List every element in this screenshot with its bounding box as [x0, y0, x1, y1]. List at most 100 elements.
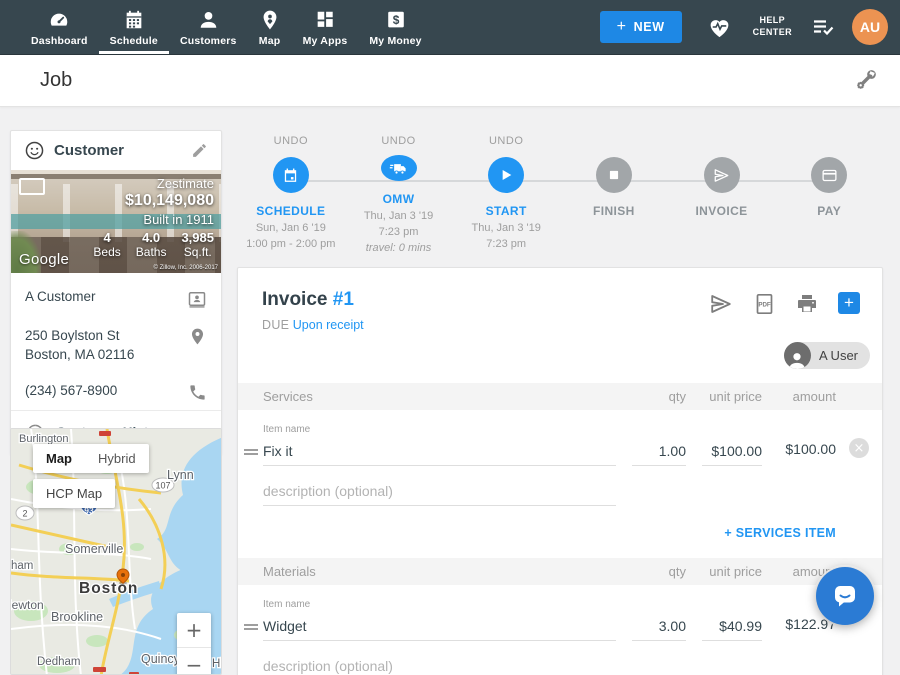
undo-schedule-button[interactable]: UNDO	[274, 135, 308, 149]
zestimate-overlay: Zestimate $10,149,080 Built in 1911 4Bed…	[93, 176, 214, 259]
built-year: Built in 1911	[93, 212, 214, 227]
step-date-line: Thu, Jan 3 '19	[471, 221, 540, 237]
step-label: PAY	[817, 204, 841, 218]
user-avatar[interactable]: AU	[852, 9, 888, 45]
remove-item-button[interactable]: ×	[849, 438, 869, 458]
sqft-value: 3,985	[181, 230, 214, 245]
new-button[interactable]: + NEW	[600, 11, 682, 43]
customer-name: A Customer	[25, 289, 96, 304]
customer-address-row: 250 Boylston St Boston, MA 02116	[11, 317, 221, 373]
phone-icon[interactable]	[188, 383, 207, 402]
assignee-row: A User	[238, 332, 882, 383]
material-qty-input[interactable]	[632, 615, 686, 641]
material-unit-price-input[interactable]	[702, 615, 762, 641]
nav-item-dashboard[interactable]: Dashboard	[20, 0, 99, 54]
services-header-label: Services	[263, 389, 616, 404]
location-pin-icon[interactable]	[188, 327, 207, 346]
svg-text:PDF: PDF	[758, 302, 771, 309]
send-invoice-icon[interactable]	[709, 292, 733, 316]
omw-step-button[interactable]	[381, 155, 417, 181]
help-line2: CENTER	[753, 27, 792, 39]
nav-item-schedule[interactable]: Schedule	[99, 0, 169, 54]
job-timeline: UNDO SCHEDULE Sun, Jan 6 '19 1:00 pm - 2…	[237, 135, 883, 257]
pdf-icon[interactable]: PDF	[752, 292, 776, 316]
main-content: UNDO SCHEDULE Sun, Jan 6 '19 1:00 pm - 2…	[237, 135, 883, 675]
page-header: Job	[0, 55, 900, 107]
service-unit-price-input[interactable]	[702, 440, 762, 466]
invoice-number[interactable]: #1	[333, 289, 354, 310]
service-item-name-input[interactable]	[263, 440, 616, 466]
zoom-out-button[interactable]: −	[177, 647, 211, 675]
new-button-label: NEW	[634, 20, 665, 34]
beds-value: 4	[93, 230, 120, 245]
unit-price-column-header: unit price	[686, 389, 762, 404]
due-label: DUE	[262, 318, 289, 332]
material-description-input[interactable]	[263, 655, 616, 675]
plus-icon: +	[844, 293, 854, 313]
chat-launcher-button[interactable]	[816, 567, 874, 625]
assignee-chip[interactable]: A User	[784, 342, 870, 369]
print-icon[interactable]	[795, 292, 819, 316]
nav-right: + NEW HELP CENTER AU	[600, 0, 900, 54]
undo-omw-button[interactable]: UNDO	[381, 135, 415, 147]
invoice-step-button[interactable]	[704, 157, 740, 193]
customer-phone-row: (234) 567-8900	[11, 373, 221, 410]
timeline-step-invoice: INVOICE	[668, 135, 776, 257]
service-description-input[interactable]	[263, 480, 616, 506]
svg-text:$: $	[392, 13, 399, 27]
property-photo[interactable]: Zestimate $10,149,080 Built in 1911 4Bed…	[11, 170, 221, 273]
route-107-shield: 107	[155, 481, 170, 491]
nav-item-map[interactable]: Map	[248, 0, 292, 54]
nav-item-my-money[interactable]: $ My Money	[358, 0, 432, 54]
avatar-initials: AU	[860, 19, 880, 35]
map-label-dedham: Dedham	[37, 656, 80, 668]
route-2-shield: 2	[22, 509, 27, 519]
zoom-in-button[interactable]: +	[177, 613, 211, 647]
add-invoice-button[interactable]: +	[838, 292, 860, 314]
hcp-map-button[interactable]: HCP Map	[33, 479, 115, 508]
step-label: INVOICE	[695, 204, 747, 218]
pay-step-button[interactable]	[811, 157, 847, 193]
drag-handle-icon[interactable]	[244, 447, 258, 457]
map-type-buttons: Map Hybrid	[33, 444, 149, 473]
material-description-row	[238, 655, 882, 675]
step-time-line: 1:00 pm - 2:00 pm	[246, 237, 335, 253]
checklist-icon[interactable]	[810, 15, 836, 39]
credit-card-icon	[821, 167, 838, 184]
add-service-item-link[interactable]: + SERVICES ITEM	[724, 526, 836, 540]
invoice-title-text: Invoice	[262, 289, 327, 310]
undo-start-button[interactable]: UNDO	[489, 135, 523, 149]
help-center-link[interactable]: HELP CENTER	[753, 15, 792, 38]
streetview-toggle-icon[interactable]	[19, 178, 45, 195]
invoice-due: DUE Upon receipt	[262, 318, 364, 332]
plus-icon: +	[617, 21, 627, 33]
step-label: SCHEDULE	[256, 204, 325, 218]
zestimate-label: Zestimate	[93, 176, 214, 191]
service-qty-input[interactable]	[632, 440, 686, 466]
map-pin-icon	[259, 9, 281, 31]
schedule-step-button[interactable]	[273, 157, 309, 193]
step-date-line: Sun, Jan 6 '19	[246, 221, 335, 237]
map-type-hybrid-button[interactable]: Hybrid	[85, 444, 149, 473]
map-label-boston: Boston	[79, 580, 138, 597]
edit-pencil-icon[interactable]	[191, 142, 208, 159]
stop-icon	[607, 168, 621, 182]
due-value-link[interactable]: Upon receipt	[293, 318, 364, 332]
customer-name-row: A Customer	[11, 279, 221, 317]
map-type-map-button[interactable]: Map	[33, 444, 85, 473]
qty-column-header: qty	[616, 389, 686, 404]
map-zoom-control: + −	[177, 613, 211, 675]
start-step-button[interactable]	[488, 157, 524, 193]
contact-card-icon[interactable]	[187, 289, 207, 309]
material-item-name-input[interactable]	[263, 615, 616, 641]
nav-item-my-apps[interactable]: My Apps	[292, 0, 359, 54]
health-heart-icon[interactable]	[706, 15, 733, 40]
photo-copyright: © Zillow, Inc. 2006-2017	[154, 265, 218, 271]
finish-step-button[interactable]	[596, 157, 632, 193]
drag-handle-icon[interactable]	[244, 622, 258, 632]
map-widget[interactable]: 107 2 93 Burlington Lynn Somerville ham …	[10, 428, 222, 675]
services-section-header: Services qty unit price amount	[238, 383, 882, 410]
nav-item-customers[interactable]: Customers	[169, 0, 248, 54]
job-settings-icon[interactable]	[852, 68, 878, 94]
amount-column-header: amount	[762, 389, 836, 404]
